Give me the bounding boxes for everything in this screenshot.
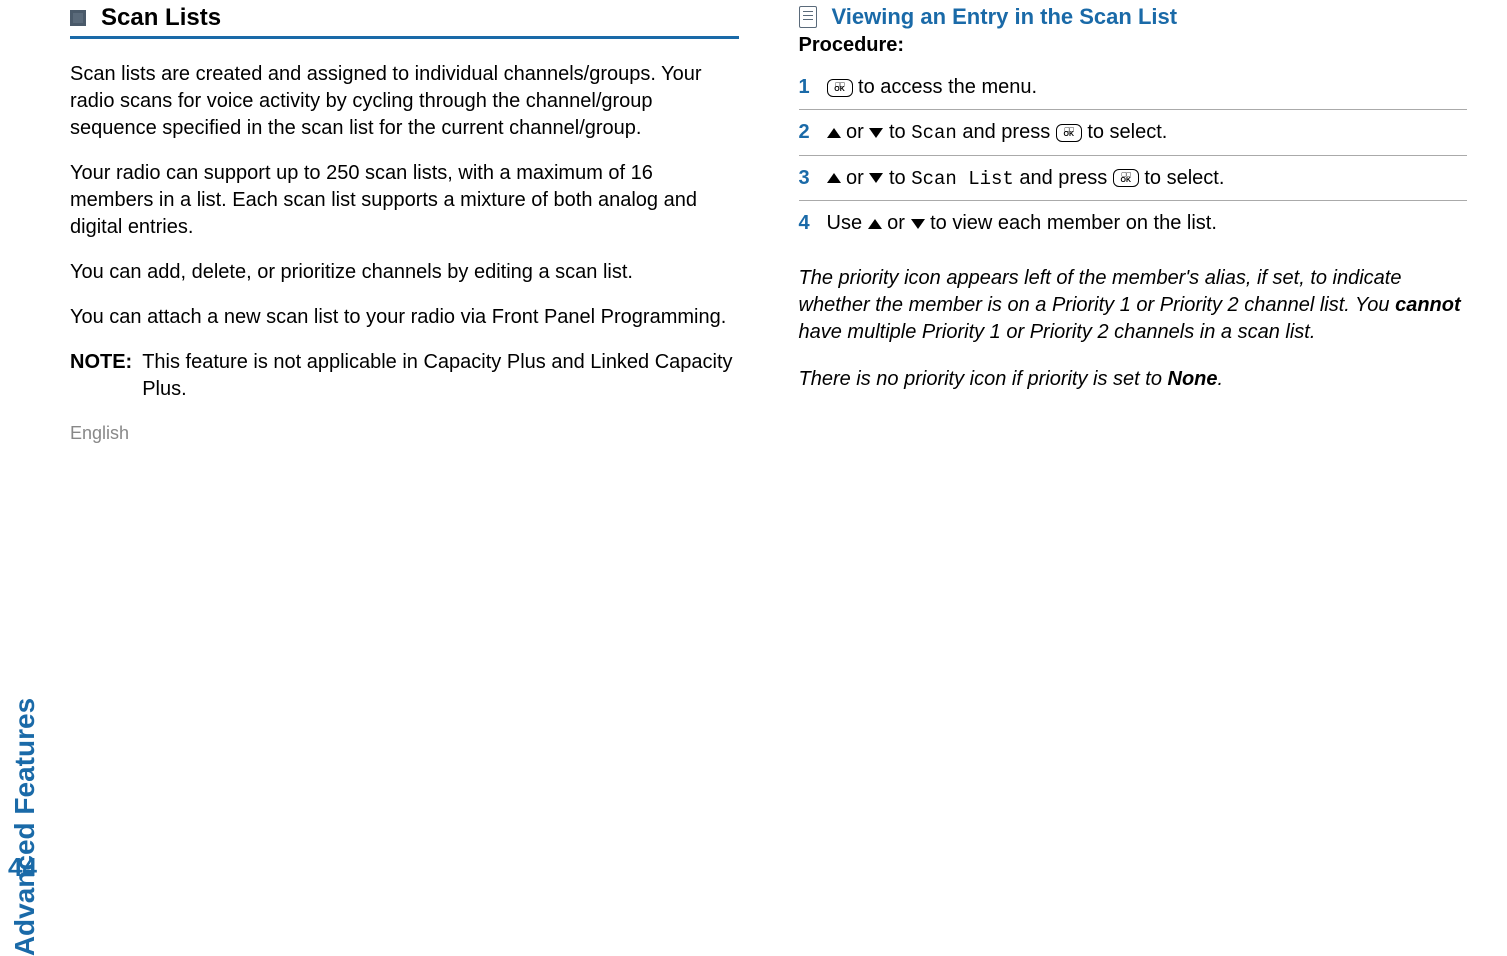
heading-underline [70,36,739,39]
step-row: 2 or to Scan and press ▢▢OK to select. [799,110,1468,156]
menu-option: Scan List [911,168,1014,190]
step-number: 1 [799,73,817,101]
right-column: Viewing an Entry in the Scan List Proced… [799,0,1468,893]
procedure-label: Procedure: [799,34,1468,57]
note-bold: cannot [1395,294,1461,316]
up-arrow-icon [868,219,882,229]
content-area: Scan Lists Scan lists are created and as… [50,0,1507,893]
note-text: There is no priority icon if priority is… [799,368,1168,390]
note-bold: None [1168,368,1218,390]
heading-row: Scan Lists [70,4,739,32]
square-bullet-icon [70,10,86,26]
section-label: Advanced Features [9,698,41,956]
paragraph: You can attach a new scan list to your r… [70,304,739,331]
note-text: This feature is not applicable in Capaci… [142,349,738,403]
step-text: to [883,167,911,189]
side-column: Advanced Features 44 [0,0,50,893]
step-row: 1 ▢▢OK to access the menu. [799,65,1468,110]
step-text: to select. [1139,167,1225,189]
note-label: NOTE: [70,349,132,403]
page-number: 44 [8,852,37,883]
section-label-text: Advanced Features [9,698,40,956]
step-text: Use [827,212,868,234]
step-text: or [882,212,911,234]
note-text: The priority icon appears left of the me… [799,267,1402,316]
up-arrow-icon [827,128,841,138]
step-number: 2 [799,118,817,146]
paragraph: Scan lists are created and assigned to i… [70,61,739,142]
step-text: or [841,167,870,189]
down-arrow-icon [911,219,925,229]
down-arrow-icon [869,128,883,138]
paragraph: Your radio can support up to 250 scan li… [70,160,739,241]
ok-button-icon: ▢▢OK [1056,124,1082,142]
note-text: . [1218,368,1224,390]
step-content: or to Scan List and press ▢▢OK to select… [827,164,1225,193]
ok-button-icon: ▢▢OK [827,79,853,97]
step-row: 3 or to Scan List and press ▢▢OK to sele… [799,156,1468,202]
note-row: NOTE: This feature is not applicable in … [70,349,739,403]
step-text: and press [957,121,1056,143]
left-column: Scan Lists Scan lists are created and as… [70,0,739,893]
scan-lists-heading: Scan Lists [101,4,221,32]
document-icon [799,6,817,28]
step-text: to view each member on the list. [925,212,1217,234]
italic-note: There is no priority icon if priority is… [799,366,1468,393]
step-content: or to Scan and press ▢▢OK to select. [827,118,1168,147]
step-text: and press [1014,167,1113,189]
italic-note: The priority icon appears left of the me… [799,265,1468,346]
down-arrow-icon [869,173,883,183]
up-arrow-icon [827,173,841,183]
step-text: to select. [1082,121,1168,143]
language-label: English [70,423,739,444]
step-content: Use or to view each member on the list. [827,209,1217,237]
subheading-row: Viewing an Entry in the Scan List [799,4,1468,30]
steps-block: 1 ▢▢OK to access the menu. 2 or to Scan … [799,65,1468,245]
ok-button-icon: ▢▢OK [1113,169,1139,187]
step-text: to [883,121,911,143]
step-text: to access the menu. [853,76,1038,98]
viewing-entry-heading: Viewing an Entry in the Scan List [832,4,1178,30]
step-content: ▢▢OK to access the menu. [827,73,1038,101]
step-text: or [841,121,870,143]
menu-option: Scan [911,122,957,144]
step-number: 4 [799,209,817,237]
step-row: 4 Use or to view each member on the list… [799,201,1468,245]
paragraph: You can add, delete, or prioritize chann… [70,259,739,286]
step-number: 3 [799,164,817,192]
note-text: have multiple Priority 1 or Priority 2 c… [799,321,1316,343]
